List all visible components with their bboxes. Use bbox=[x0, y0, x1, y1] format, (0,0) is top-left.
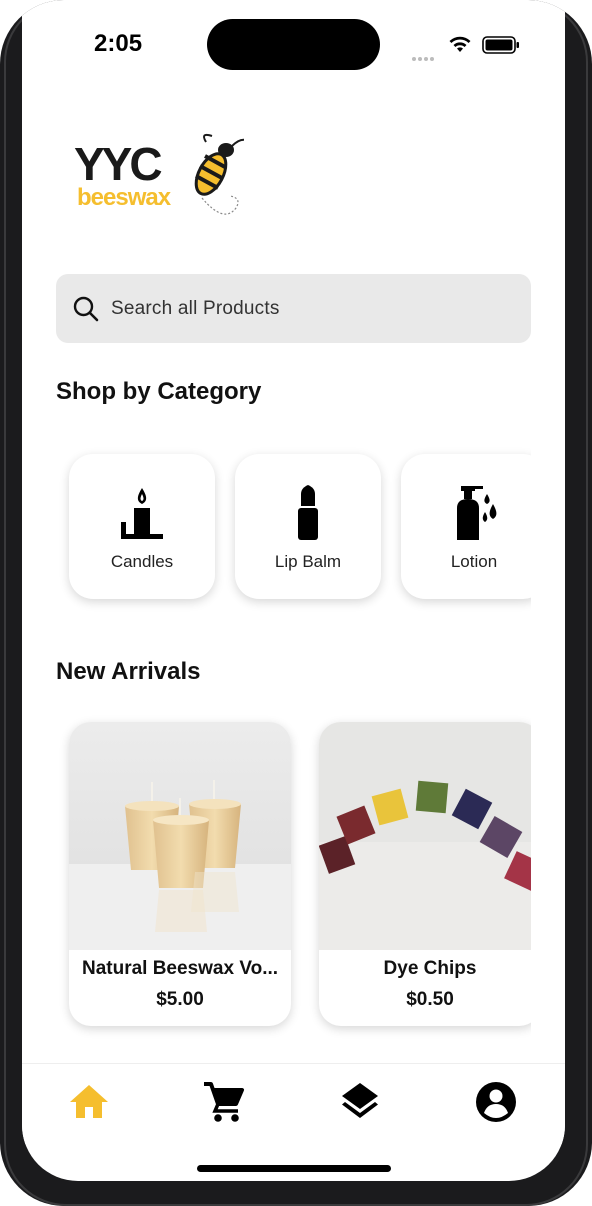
search-icon bbox=[73, 296, 99, 322]
phone-frame: 2:05 YYC beeswax Search all Products Sho… bbox=[0, 0, 592, 1206]
product-price: $5.00 bbox=[156, 989, 204, 1010]
product-price: $0.50 bbox=[406, 989, 454, 1010]
category-label: Candles bbox=[110, 552, 174, 571]
category-label: Lotion bbox=[450, 552, 498, 571]
layers-icon[interactable] bbox=[338, 1080, 382, 1124]
brand-logo[interactable]: YYC beeswax bbox=[74, 132, 244, 227]
svg-text:YYC: YYC bbox=[74, 138, 161, 190]
category-card-lip-balm[interactable]: Lip Balm bbox=[235, 454, 381, 599]
candle-icon bbox=[121, 488, 163, 539]
category-card-candles[interactable]: Candles bbox=[69, 454, 215, 599]
category-carousel[interactable]: Candles Lip Balm Lotion bbox=[56, 440, 531, 620]
bottom-tab-bar bbox=[22, 1063, 565, 1144]
battery-icon bbox=[482, 36, 519, 54]
status-time: 2:05 bbox=[94, 30, 143, 57]
home-icon[interactable] bbox=[67, 1080, 111, 1124]
svg-text:beeswax: beeswax bbox=[77, 184, 172, 211]
new-arrivals-carousel[interactable]: Natural Beeswax Vo... $5.00 Dye Chips $0… bbox=[56, 710, 531, 1040]
dye-chips-photo bbox=[319, 722, 531, 950]
shop-by-category-heading: Shop by Category bbox=[56, 378, 262, 405]
status-bar: 2:05 bbox=[22, 0, 565, 90]
search-bar[interactable]: Search all Products bbox=[56, 274, 531, 343]
lipstick-icon bbox=[298, 485, 318, 540]
lotion-bottle-icon bbox=[457, 486, 497, 540]
category-card-lotion[interactable]: Lotion bbox=[401, 454, 531, 599]
wifi-icon bbox=[449, 36, 471, 52]
product-card[interactable]: Natural Beeswax Vo... $5.00 bbox=[69, 722, 291, 1026]
cellular-signal-icon bbox=[412, 48, 436, 66]
home-indicator[interactable] bbox=[197, 1165, 391, 1172]
search-input[interactable]: Search all Products bbox=[111, 298, 280, 320]
new-arrivals-heading: New Arrivals bbox=[56, 658, 201, 685]
product-name: Natural Beeswax Vo... bbox=[81, 958, 279, 979]
product-name: Dye Chips bbox=[383, 958, 477, 979]
product-card[interactable]: Dye Chips $0.50 bbox=[319, 722, 531, 1026]
account-icon[interactable] bbox=[474, 1080, 518, 1124]
category-label: Lip Balm bbox=[274, 552, 342, 571]
app-screen: 2:05 YYC beeswax Search all Products Sho… bbox=[22, 0, 565, 1181]
cart-icon[interactable] bbox=[202, 1080, 246, 1124]
dynamic-island bbox=[207, 19, 380, 70]
votive-candles-photo bbox=[69, 722, 291, 950]
